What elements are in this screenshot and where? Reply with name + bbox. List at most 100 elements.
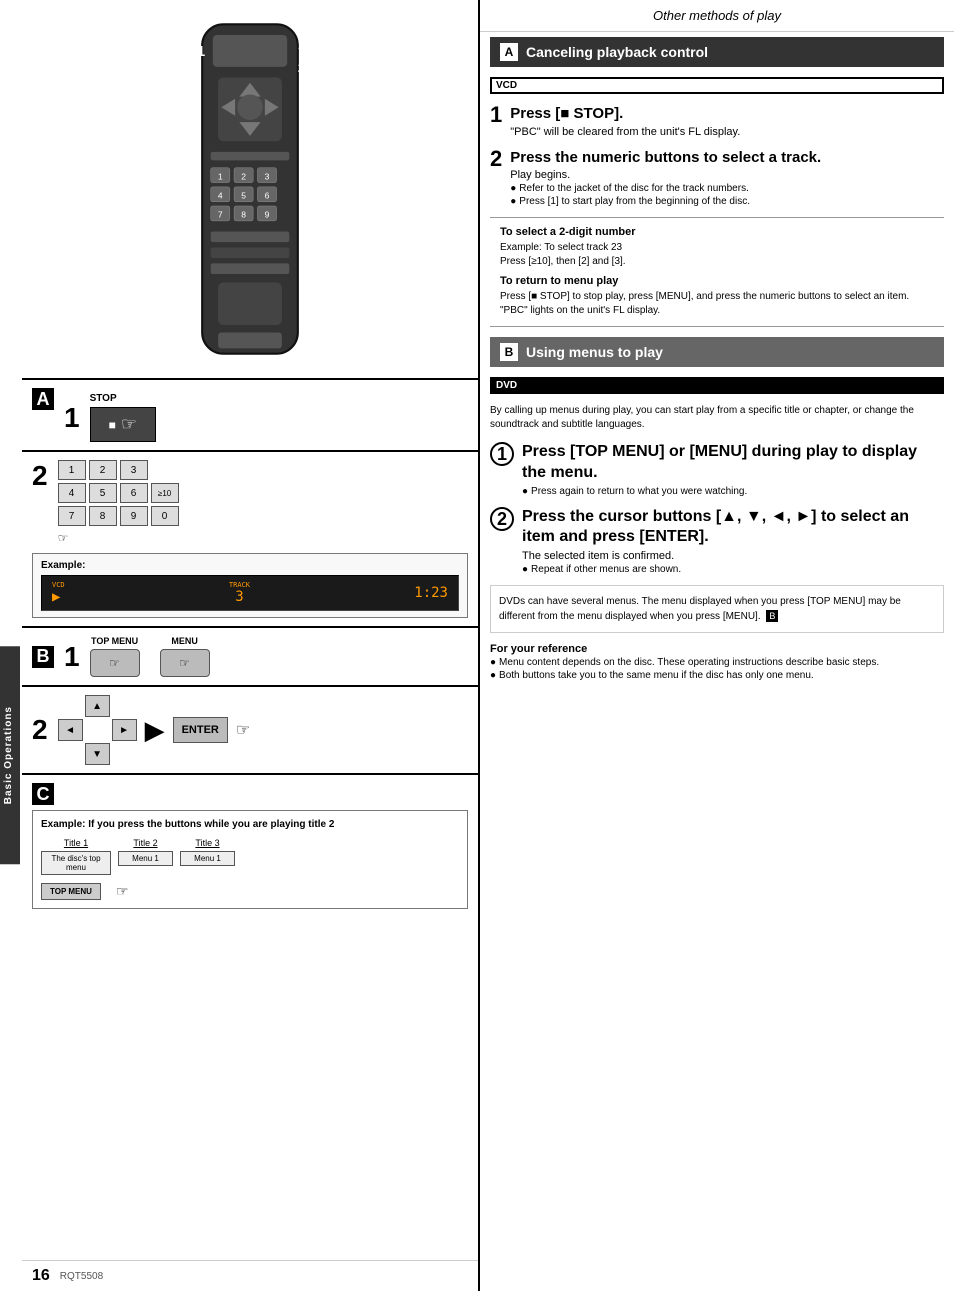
stop-button[interactable]: ■ ☞ [90, 407, 156, 442]
for-ref-1: Menu content depends on the disc. These … [490, 657, 944, 668]
example-label: Example: [41, 560, 459, 571]
title1-header: Title 1 [64, 838, 88, 848]
right-panel: Other methods of play A Canceling playba… [480, 0, 954, 1291]
step-a2-title: Press the numeric buttons to select a tr… [510, 148, 944, 168]
for-reference: For your reference Menu content depends … [480, 638, 954, 686]
num-8[interactable]: 8 [89, 506, 117, 526]
hint1-text: Example: To select track 23 Press [≥10],… [500, 241, 934, 269]
stop-label: STOP [90, 393, 156, 404]
num-3[interactable]: 3 [120, 460, 148, 480]
step-b1-number: 1 [64, 641, 80, 673]
numpad-section: 1 2 3 4 5 6 ≥10 7 8 9 0 [58, 460, 468, 545]
display-track: TRACK [229, 581, 250, 589]
svg-text:9: 9 [265, 210, 270, 220]
sidebar-label: Basic Operations [0, 646, 20, 864]
hand-top-menu-icon: ☞ [109, 656, 120, 670]
num-9[interactable]: 9 [120, 506, 148, 526]
top-menu-btn-diagram: TOP MENU [41, 883, 101, 900]
down-arrow[interactable]: ▼ [85, 743, 110, 765]
step-b2-content: Press the cursor buttons [▲, ▼, ◄, ►] to… [522, 507, 944, 576]
step-1-number: 1 [64, 402, 80, 434]
step-b1-title: Press [TOP MENU] or [MENU] during play t… [522, 442, 944, 484]
menu3-box: Menu 1 [180, 851, 235, 866]
svg-text:1: 1 [298, 39, 305, 52]
hand-enter-icon: ☞ [236, 720, 250, 740]
step-b1-bullet: Press again to return to what you were w… [522, 486, 944, 497]
step-a2-number: 2 [490, 148, 502, 170]
step-a2-sub: Play begins. [510, 169, 944, 181]
top-menu-button[interactable]: ☞ [90, 649, 140, 677]
svg-text:1: 1 [197, 44, 205, 60]
title-diagram: Title 1 The disc's top menu Title 2 Menu… [41, 838, 459, 875]
title3-header: Title 3 [195, 838, 219, 848]
num-7[interactable]: 7 [58, 506, 86, 526]
section-b-title: Using menus to play [526, 344, 663, 360]
menu-button[interactable]: ☞ [160, 649, 210, 677]
svg-text:5: 5 [241, 191, 246, 201]
num-ge10[interactable]: ≥10 [151, 483, 179, 503]
display-number: 3 [235, 589, 243, 605]
section-a-content: 1 STOP ■ ☞ [64, 388, 468, 442]
step-b2-number: 2 [490, 507, 514, 531]
svg-text:2: 2 [298, 62, 305, 75]
step-a2-bullet1: Refer to the jacket of the disc for the … [510, 183, 944, 194]
hint1-title: To select a 2-digit number [500, 226, 934, 238]
num-0[interactable]: 0 [151, 506, 179, 526]
svg-text:7: 7 [218, 210, 223, 220]
num-5[interactable]: 5 [89, 483, 117, 503]
section-a-header: A Canceling playback control [490, 37, 944, 67]
step-a1-number: 1 [490, 104, 502, 126]
step-b1-content: Press [TOP MENU] or [MENU] during play t… [522, 442, 944, 497]
bottom-diagram-row: TOP MENU ☞ [41, 883, 459, 900]
example-display-box: Example: VCD ▶ TRACK 3 1:23 [32, 553, 468, 618]
section-label-b: B [32, 646, 54, 668]
step-a1-title: Press [■ STOP]. [510, 104, 944, 124]
note-box: DVDs can have several menus. The menu di… [490, 585, 944, 633]
right-arrow[interactable]: ► [112, 719, 137, 741]
step-a1-sub: "PBC" will be cleared from the unit's FL… [510, 126, 944, 138]
top-menu-group: TOP MENU ☞ [90, 636, 140, 677]
stop-icon: ■ [109, 418, 116, 432]
left-arrow[interactable]: ◄ [58, 719, 83, 741]
top-menu-label: TOP MENU [91, 636, 138, 646]
num-6[interactable]: 6 [120, 483, 148, 503]
step-b1-number: 1 [490, 442, 514, 466]
hand-menu-icon: ☞ [179, 656, 190, 670]
remote-area: 1 1 2 1 2 3 4 [22, 0, 478, 380]
dvd-badge: DVD [490, 377, 944, 394]
play-arrow-icon: ▶ [145, 715, 165, 746]
left-panel: Basic Operations 1 1 2 [0, 0, 480, 1291]
disc-top-menu-box: The disc's top menu [41, 851, 111, 875]
enter-button[interactable]: ENTER [173, 717, 228, 743]
section-b-letter: B [500, 343, 518, 361]
section-a-title: Canceling playback control [526, 44, 708, 60]
svg-text:2: 2 [186, 204, 194, 220]
hint2-text: Press [■ STOP] to stop play, press [MENU… [500, 290, 934, 318]
section-c-left: C Example: If you press the buttons whil… [22, 775, 478, 1260]
up-arrow[interactable]: ▲ [85, 695, 110, 717]
svg-text:4: 4 [218, 191, 223, 201]
hint-section-a: To select a 2-digit number Example: To s… [490, 217, 944, 327]
svg-text:6: 6 [265, 191, 270, 201]
page-header: Other methods of play [480, 0, 954, 32]
num-4[interactable]: 4 [58, 483, 86, 503]
dvd-symbol: B [766, 610, 778, 622]
note-text: DVDs can have several menus. The menu di… [499, 596, 901, 622]
footer-left: 16 RQT5508 [22, 1260, 478, 1291]
step-a2-content: Press the numeric buttons to select a tr… [510, 148, 944, 208]
arrow-pad: ▲ ◄ ► ▼ [58, 695, 137, 765]
hand-diagram-icon: ☞ [116, 883, 129, 900]
page-number: 16 [32, 1267, 50, 1285]
num-2[interactable]: 2 [89, 460, 117, 480]
svg-text:1: 1 [218, 171, 223, 181]
step-b2: 2 Press the cursor buttons [▲, ▼, ◄, ►] … [480, 502, 954, 581]
step-a1: 1 Press [■ STOP]. "PBC" will be cleared … [480, 99, 954, 143]
display-time: 1:23 [414, 585, 448, 601]
step-b2-bullet: Repeat if other menus are shown. [522, 564, 944, 575]
step-b2-title: Press the cursor buttons [▲, ▼, ◄, ►] to… [522, 507, 944, 549]
display-screen: VCD ▶ TRACK 3 1:23 [41, 575, 459, 611]
menu-buttons-group: TOP MENU ☞ MENU ☞ [90, 636, 210, 677]
menu2-box: Menu 1 [118, 851, 173, 866]
vcd-badge: VCD [490, 77, 944, 94]
num-1[interactable]: 1 [58, 460, 86, 480]
